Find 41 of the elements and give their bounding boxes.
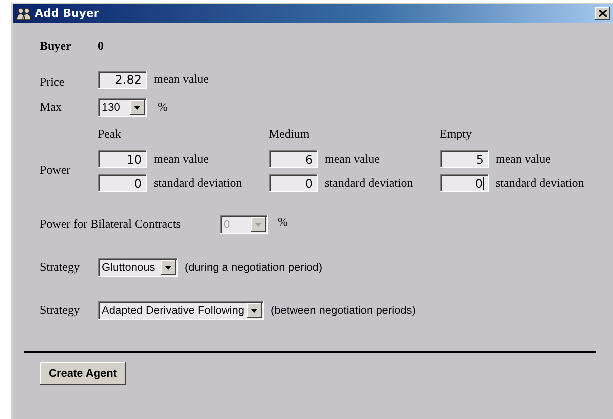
unit-label: % (158, 100, 168, 115)
price-field[interactable]: 2.82 (98, 70, 147, 88)
unit-label: % (278, 215, 288, 230)
max-label: Max (40, 100, 63, 115)
mean-field[interactable]: 5 (440, 150, 489, 168)
unit-label: standard deviation (154, 176, 242, 190)
mean-field[interactable]: 6 (269, 150, 318, 168)
unit-label: standard deviation (325, 176, 414, 190)
power-label: Power (40, 163, 72, 178)
column-heading: Empty (440, 127, 473, 142)
caret-icon (134, 106, 141, 110)
unit-label: mean value (154, 152, 209, 166)
unit-label: standard deviation (496, 176, 584, 190)
price-label: Price (40, 74, 66, 90)
strategy-label: Strategy (40, 260, 81, 275)
people-icon (16, 6, 32, 20)
max-dropdown[interactable]: 130 (98, 98, 147, 117)
buyer-label: Buyer (40, 39, 72, 54)
strategy-note: (between negotiation periods) (271, 304, 416, 316)
deviation-field[interactable]: 0 (269, 174, 318, 192)
column-heading: Peak (98, 127, 122, 142)
buyer-number: 0 (98, 39, 104, 54)
create-agent-button[interactable]: Create Agent (40, 362, 126, 385)
column-heading: Medium (269, 127, 311, 142)
close-button[interactable] (595, 7, 610, 20)
deviation-field[interactable]: 0 (98, 174, 147, 192)
caret-icon (251, 308, 258, 312)
bilateral-label: Power for Bilateral Contracts (40, 217, 182, 232)
caret-icon (165, 266, 172, 270)
strategy-note: (during a negotiation period) (185, 262, 323, 274)
mean-field[interactable]: 10 (98, 150, 147, 168)
strategy-dropdown[interactable]: Gluttonous (98, 258, 178, 277)
deviation-field[interactable]: 0 (440, 174, 489, 192)
window-title: Add Buyer (35, 7, 100, 20)
strategy-dropdown[interactable]: Adapted Derivative Following (98, 301, 264, 320)
unit-label: mean value (325, 152, 380, 166)
strategy-label: Strategy (40, 303, 81, 318)
unit-label: mean value (154, 72, 209, 87)
unit-label: mean value (496, 152, 551, 166)
caret-icon (255, 222, 262, 226)
close-icon (598, 10, 606, 17)
